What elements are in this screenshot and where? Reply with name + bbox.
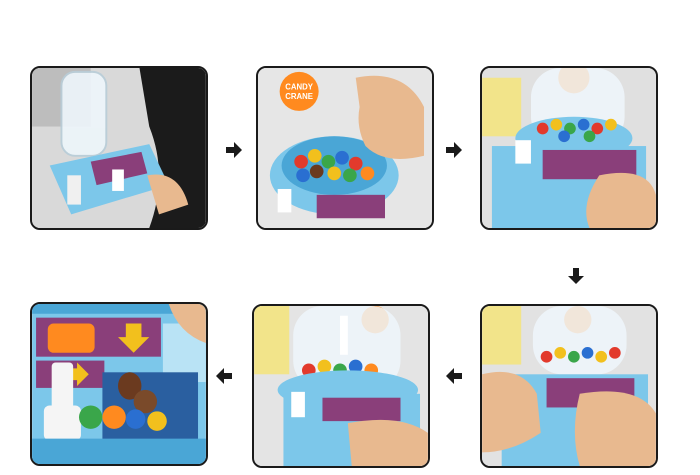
knob [277,188,292,213]
step-3-photo [480,66,658,230]
arrow-down-icon [568,268,584,284]
flow-arrow-left-1 [444,366,464,386]
crane-arm [340,315,348,355]
knob [515,140,531,164]
knob [51,362,74,412]
clear-dome [532,306,627,375]
flow-arrow-right-2 [444,140,464,160]
step-1-illustration [32,68,206,228]
flow-arrow-left-2 [214,366,234,386]
arrow-right-icon [446,142,462,158]
flow-arrow-down [566,266,586,286]
knob [291,391,305,418]
right-hand [574,391,656,466]
step-5-photo [252,304,430,468]
logo-line-2: CRANE [285,92,313,101]
step-1-photo [30,66,208,230]
logo-line-1: CANDY [285,82,314,91]
control-panel [316,194,385,219]
clear-dome [60,70,108,157]
step-5-illustration [254,306,428,466]
arrow-left-icon [446,368,462,384]
knob [112,169,124,191]
step-4-illustration [482,306,656,466]
flow-arrow-right-1 [224,140,244,160]
step-2-illustration: CANDY CRANE [258,68,432,228]
step-3-illustration [482,68,656,228]
arrow-left-icon [216,368,232,384]
hand [347,419,428,466]
step-2-photo: CANDY CRANE [256,66,434,230]
control-panel [322,397,401,422]
step-6-photo [30,302,208,466]
claw-graphic [47,323,95,353]
hand [586,172,656,228]
step-4-photo [480,304,658,468]
step-6-illustration [32,304,206,464]
arrow-right-icon [226,142,242,158]
